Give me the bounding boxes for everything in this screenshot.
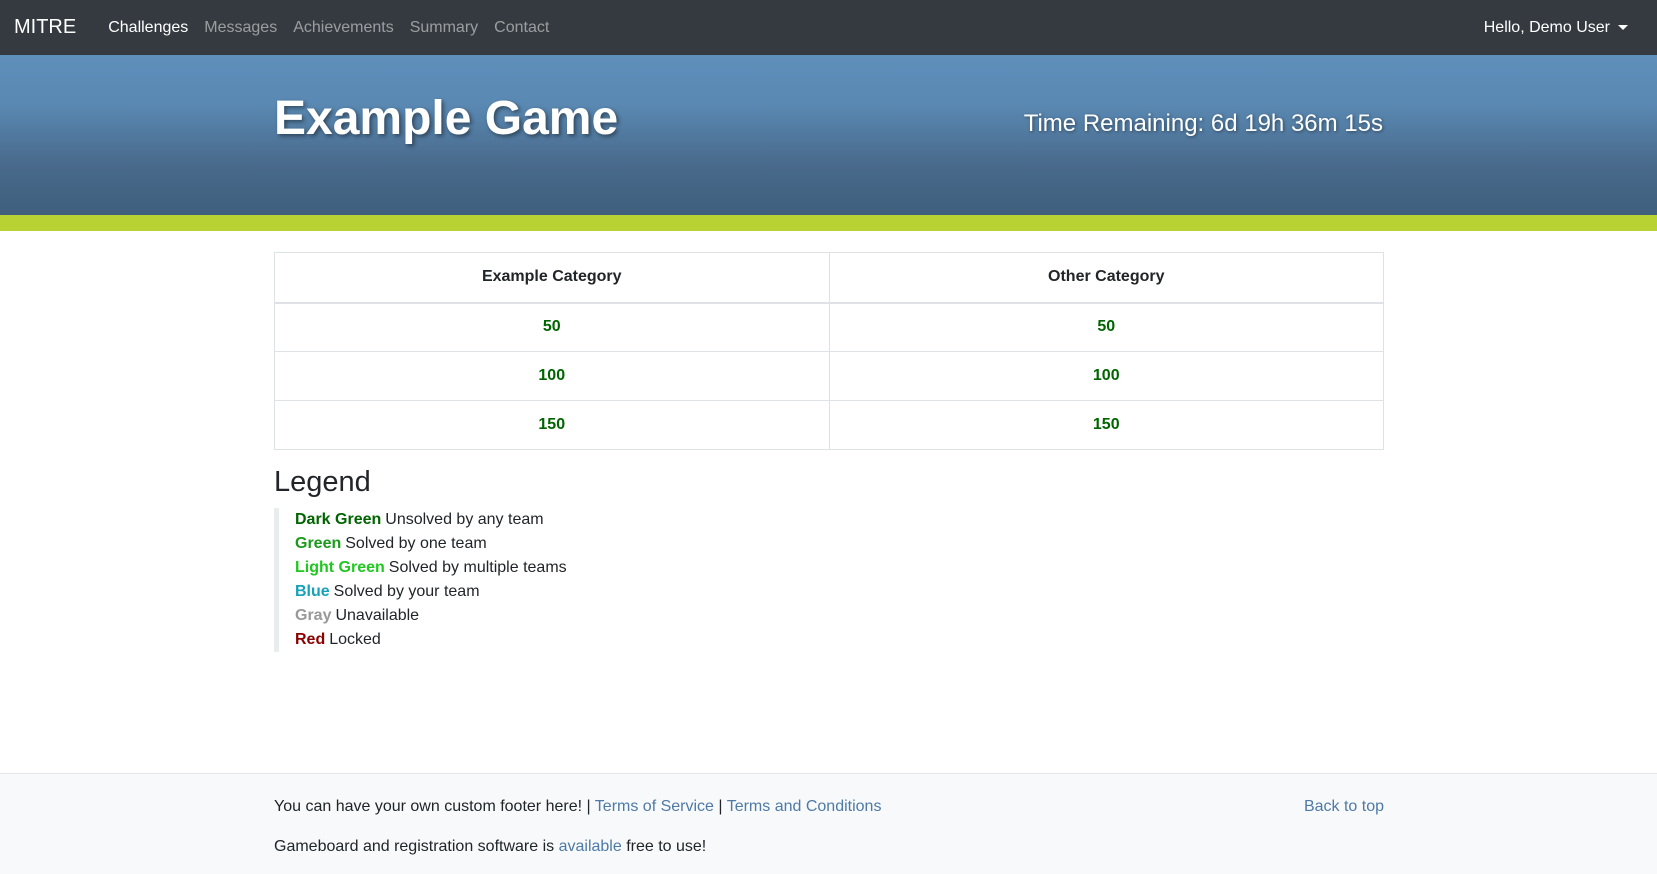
- legend-desc: Solved by multiple teams: [388, 559, 567, 576]
- legend-item: Blue Solved by your team: [295, 580, 567, 604]
- table-row: 150 150: [274, 400, 1384, 450]
- challenge-board: Example Category Other Category 50 50 10…: [274, 252, 1384, 450]
- legend-desc: Solved by your team: [333, 583, 480, 600]
- nav-messages[interactable]: Messages: [196, 19, 285, 37]
- legend-key: Dark Green: [295, 511, 382, 528]
- legend-key: Gray: [295, 607, 332, 624]
- table-row: 100 100: [274, 351, 1384, 401]
- legend-key: Blue: [295, 583, 330, 600]
- time-remaining: Time Remaining: 6d 19h 36m 15s: [1023, 110, 1383, 137]
- legend-list: Dark Green Unsolved by any team Green Solv…: [274, 508, 567, 652]
- legend-item: Red Locked: [295, 628, 567, 652]
- footer-software-line: Gameboard and registration software is a…: [274, 838, 706, 856]
- challenge-cell[interactable]: 50: [274, 302, 830, 352]
- game-title: Example Game: [274, 92, 619, 145]
- hero-banner: Example Game Time Remaining: 6d 19h 36m …: [0, 55, 1657, 215]
- software-suffix: free to use!: [626, 838, 707, 855]
- accent-bar: [0, 215, 1657, 231]
- nav-links: Challenges Messages Achievements Summary…: [100, 19, 557, 37]
- legend-desc: Solved by one team: [345, 535, 487, 552]
- legend-key: Red: [295, 631, 326, 648]
- table-row: 50 50: [274, 302, 1384, 352]
- terms-of-service-link[interactable]: Terms of Service: [595, 798, 714, 815]
- user-greeting: Hello, Demo User: [1483, 18, 1610, 36]
- available-link[interactable]: available: [559, 838, 622, 855]
- footer-separator: |: [718, 798, 723, 815]
- legend-item: Gray Unavailable: [295, 604, 567, 628]
- nav-challenges[interactable]: Challenges: [100, 19, 196, 37]
- board-header-row: Example Category Other Category: [274, 252, 1384, 304]
- brand-logo[interactable]: MITRE: [14, 16, 76, 39]
- nav-achievements[interactable]: Achievements: [285, 19, 402, 37]
- page-footer: You can have your own custom footer here…: [0, 773, 1657, 874]
- legend-desc: Unavailable: [335, 607, 420, 624]
- challenge-cell[interactable]: 150: [828, 400, 1384, 450]
- footer-custom-line: You can have your own custom footer here…: [274, 798, 881, 816]
- challenge-cell[interactable]: 150: [274, 400, 830, 450]
- challenge-cell[interactable]: 50: [828, 302, 1384, 352]
- legend-desc: Unsolved by any team: [385, 511, 544, 528]
- software-prefix: Gameboard and registration software is: [274, 838, 555, 855]
- footer-custom-text: You can have your own custom footer here…: [274, 798, 591, 815]
- user-dropdown[interactable]: Hello, Demo User: [1484, 0, 1628, 55]
- legend-item: Green Solved by one team: [295, 532, 567, 556]
- challenge-cell[interactable]: 100: [274, 351, 830, 401]
- top-navbar: MITRE Challenges Messages Achievements S…: [0, 0, 1657, 55]
- nav-contact[interactable]: Contact: [486, 19, 557, 37]
- nav-summary[interactable]: Summary: [402, 19, 486, 37]
- legend-item: Dark Green Unsolved by any team: [295, 508, 567, 532]
- legend-key: Light Green: [295, 559, 385, 576]
- legend-item: Light Green Solved by multiple teams: [295, 556, 567, 580]
- category-header: Other Category: [828, 252, 1384, 304]
- legend-desc: Locked: [329, 631, 381, 648]
- challenge-cell[interactable]: 100: [828, 351, 1384, 401]
- category-header: Example Category: [274, 252, 830, 304]
- terms-and-conditions-link[interactable]: Terms and Conditions: [727, 798, 882, 815]
- back-to-top-link[interactable]: Back to top: [1304, 798, 1384, 816]
- caret-down-icon: [1618, 25, 1628, 30]
- legend-key: Green: [295, 535, 342, 552]
- legend-title: Legend: [274, 466, 371, 498]
